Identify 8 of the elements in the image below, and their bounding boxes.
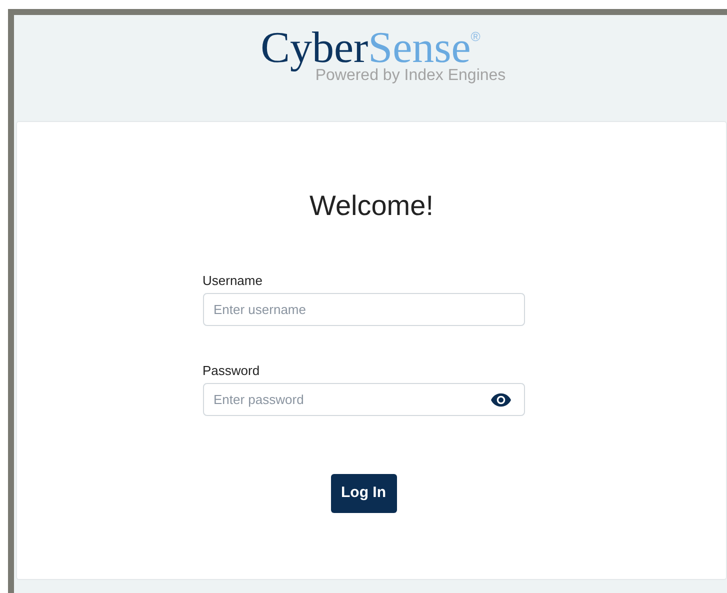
field-label: Username xyxy=(202,273,264,289)
welcome-heading: Welcome! xyxy=(310,189,434,223)
registered-mark: ® xyxy=(470,29,480,45)
field-label: Password xyxy=(202,363,261,379)
eye-icon[interactable] xyxy=(490,393,510,407)
username-field[interactable]: Enter username xyxy=(202,293,524,326)
password-field[interactable]: Enter password xyxy=(202,383,524,416)
login-button[interactable]: Log In xyxy=(330,474,396,513)
